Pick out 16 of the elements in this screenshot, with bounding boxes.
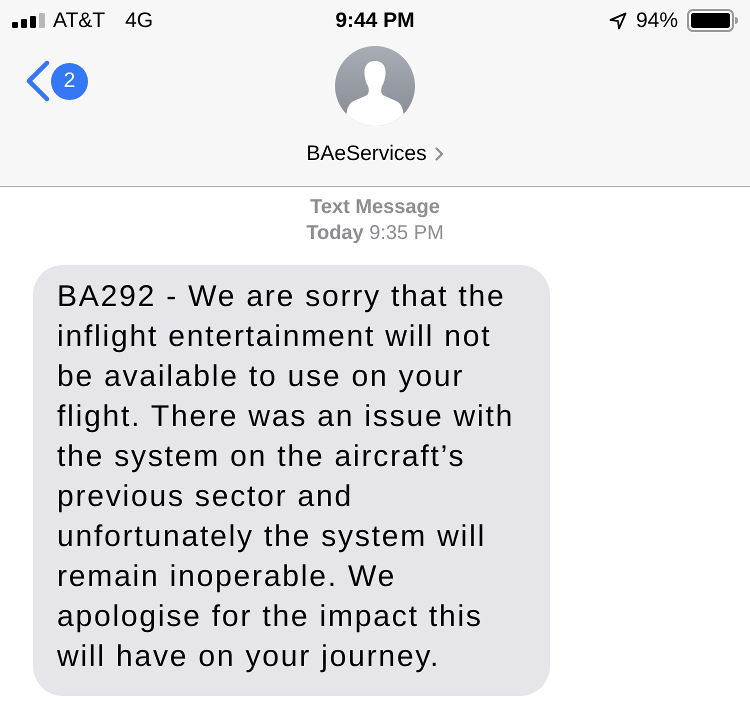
unread-count-badge: 2 — [51, 62, 88, 100]
battery-percentage: 94% — [636, 8, 678, 34]
clock-time: 9:44 PM — [335, 8, 415, 34]
signal-strength-icon — [12, 13, 45, 28]
back-button[interactable]: 2 — [26, 60, 88, 102]
network-type: 4G — [125, 8, 154, 34]
carrier-name: AT&T — [53, 8, 106, 34]
battery-icon — [687, 9, 738, 32]
message-service-label: Text Message — [310, 195, 440, 220]
chevron-right-icon — [434, 146, 444, 161]
back-chevron-icon — [26, 60, 50, 102]
message-timestamp: Today 9:35 PM — [306, 221, 444, 246]
message-bubble: BA292 - We are sorry that the inflight entertainment will not be available to use on your flight. There was an issue with the system on the aircraft’s previous sector and unfortunately the system will remain inoperable. We apologise for the impact this will have on your journey. — [33, 265, 550, 696]
contact-avatar-icon — [335, 46, 415, 126]
contact-name-button[interactable]: BAeServices — [306, 138, 444, 170]
location-arrow-icon — [608, 12, 627, 30]
